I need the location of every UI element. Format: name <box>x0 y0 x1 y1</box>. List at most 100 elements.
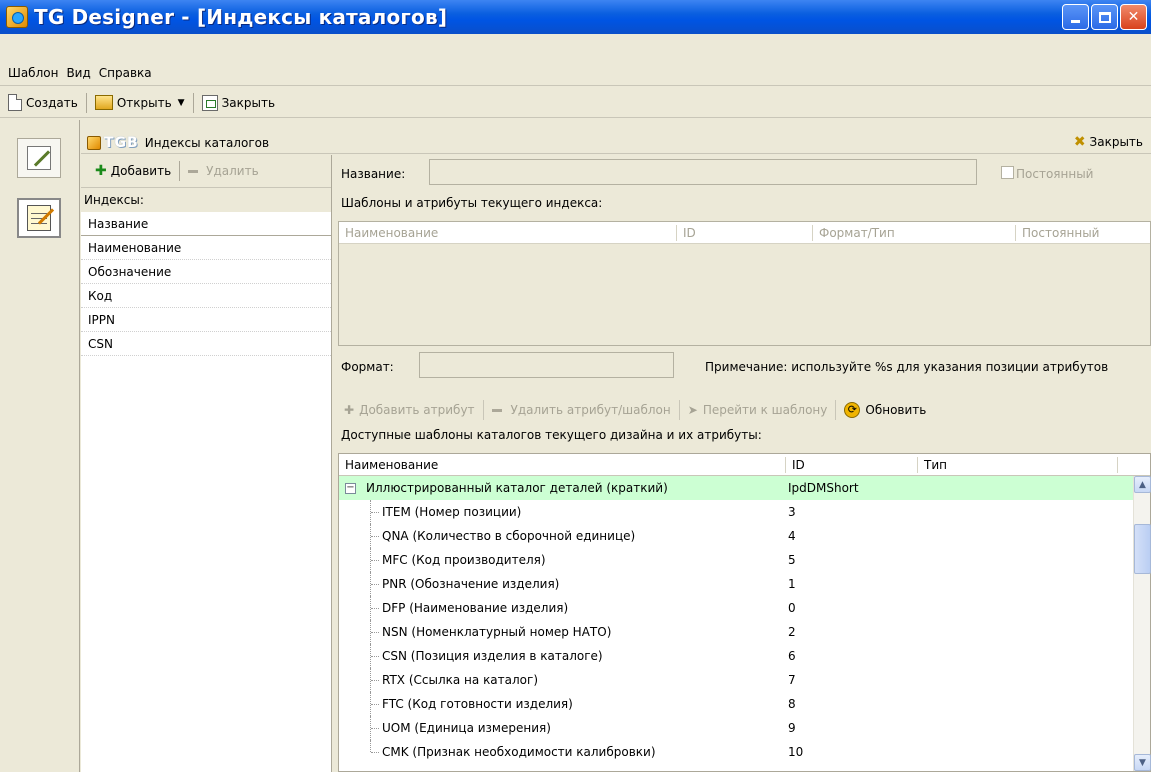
list-item[interactable]: Код <box>81 284 331 308</box>
attr-name-cell: NSN (Номенклатурный номер НАТО) <box>339 625 786 639</box>
scroll-thumb[interactable] <box>1134 524 1151 574</box>
toolbar-separator <box>678 400 680 420</box>
add-index-label: Добавить <box>110 164 172 178</box>
side-tool-edit[interactable] <box>17 138 61 178</box>
close-doc-button[interactable]: Закрыть <box>196 91 281 115</box>
column-type[interactable]: Тип <box>918 456 1118 473</box>
tree-row[interactable]: RTX (Ссылка на каталог) 7 <box>339 668 1150 692</box>
attr-name-cell: FTC (Код готовности изделия) <box>339 697 786 711</box>
tree-row[interactable]: ITEM (Номер позиции) 3 <box>339 500 1150 524</box>
index-panel: ✚ Добавить Удалить Индексы: Название Наи… <box>81 155 332 772</box>
tree-row[interactable]: UOM (Единица измерения) 9 <box>339 716 1150 740</box>
tree-root-name: Иллюстрированный каталог деталей (кратки… <box>366 481 668 495</box>
minimize-button[interactable] <box>1062 4 1089 30</box>
open-button[interactable]: Открыть ▼ <box>89 91 191 115</box>
menu-view[interactable]: Вид <box>62 66 94 80</box>
attr-id: 9 <box>788 721 796 735</box>
attr-id: 8 <box>788 697 796 711</box>
column-permanent[interactable]: Постоянный <box>1016 225 1136 241</box>
grid-header: Наименование ID Формат/Тип Постоянный <box>339 222 1150 244</box>
tree-row[interactable]: CMK (Признак необходимости калибровки) 1… <box>339 740 1150 764</box>
tree-row[interactable]: MFC (Код производителя) 5 <box>339 548 1150 572</box>
list-item[interactable]: IPPN <box>81 308 331 332</box>
add-index-button[interactable]: ✚ Добавить <box>89 159 177 183</box>
attr-name-cell: PNR (Обозначение изделия) <box>339 577 786 591</box>
tree-row[interactable]: FTC (Код готовности изделия) 8 <box>339 692 1150 716</box>
pencil-icon <box>27 146 51 170</box>
attr-name: CSN (Позиция изделия в каталоге) <box>382 649 603 663</box>
tree-connector <box>371 680 379 681</box>
templates-label: Шаблоны и атрибуты текущего индекса: <box>341 196 603 210</box>
column-name[interactable]: Наименование <box>339 224 677 241</box>
toolbar-separator <box>835 400 837 420</box>
remove-attribute-label: Удалить атрибут/шаблон <box>510 403 671 417</box>
attr-name-cell: RTX (Ссылка на каталог) <box>339 673 786 687</box>
attribute-toolbar: ✚ Добавить атрибут Удалить атрибут/шабло… <box>338 395 1151 425</box>
menu-bar: Шаблон Вид Справка <box>0 60 1151 86</box>
remove-index-button[interactable]: Удалить <box>182 159 265 183</box>
tree-root-row[interactable]: − Иллюстрированный каталог деталей (крат… <box>339 476 1150 500</box>
tree-connector <box>370 740 371 752</box>
side-tool-indexes[interactable] <box>17 198 61 238</box>
tree-row[interactable]: QNA (Количество в сборочной единице) 4 <box>339 524 1150 548</box>
add-icon: ✚ <box>95 163 107 179</box>
scroll-down-icon[interactable]: ▼ <box>1134 754 1151 771</box>
format-label: Формат: <box>341 360 394 374</box>
tree-row[interactable]: DFP (Наименование изделия) 0 <box>339 596 1150 620</box>
list-item[interactable]: Наименование <box>81 236 331 260</box>
remove-index-label: Удалить <box>206 164 259 178</box>
index-toolbar: ✚ Добавить Удалить <box>81 155 331 188</box>
column-format[interactable]: Формат/Тип <box>813 224 1016 241</box>
close-window-button[interactable]: ✕ <box>1120 4 1147 30</box>
attr-name: UOM (Единица измерения) <box>382 721 551 735</box>
remove-attribute-button[interactable]: Удалить атрибут/шаблон <box>486 403 677 417</box>
add-attribute-button[interactable]: ✚ Добавить атрибут <box>338 403 481 417</box>
scroll-up-icon[interactable]: ▲ <box>1134 476 1151 493</box>
column-name[interactable]: Наименование <box>339 456 786 473</box>
attr-name-cell: MFC (Код производителя) <box>339 553 786 567</box>
attr-name: FTC (Код готовности изделия) <box>382 697 573 711</box>
menu-help[interactable]: Справка <box>95 66 156 80</box>
document-close-button[interactable]: ✖ Закрыть <box>1074 134 1143 150</box>
close-icon: ✕ <box>1127 9 1140 25</box>
main-toolbar: Создать Открыть ▼ Закрыть <box>0 88 1151 118</box>
permanent-checkbox[interactable] <box>1001 166 1014 179</box>
tree-root-id: IpdDMShort <box>788 481 859 495</box>
permanent-label: Постоянный <box>1016 167 1094 181</box>
tree-connector <box>371 704 379 705</box>
vertical-scrollbar[interactable]: ▲ ▼ <box>1133 476 1151 771</box>
create-button[interactable]: Создать <box>2 91 84 115</box>
available-templates-tree[interactable]: Наименование ID Тип − Иллюстрированный к… <box>338 453 1151 772</box>
tree-row[interactable]: CSN (Позиция изделия в каталоге) 6 <box>339 644 1150 668</box>
collapse-icon[interactable]: − <box>345 482 356 494</box>
column-id[interactable]: ID <box>677 224 813 241</box>
format-note: Примечание: используйте %s для указания … <box>705 360 1109 374</box>
attr-id: 3 <box>788 505 796 519</box>
dropdown-arrow-icon[interactable]: ▼ <box>178 98 185 108</box>
toolbar-separator <box>179 161 181 181</box>
attr-name: RTX (Ссылка на каталог) <box>382 673 539 687</box>
list-item[interactable]: CSN <box>81 332 331 356</box>
attr-id: 0 <box>788 601 796 615</box>
attr-id: 10 <box>788 745 804 759</box>
refresh-button[interactable]: ⟳ Обновить <box>838 402 932 418</box>
list-item[interactable]: Обозначение <box>81 260 331 284</box>
goto-template-button[interactable]: ➤ Перейти к шаблону <box>682 403 834 417</box>
attr-id: 1 <box>788 577 796 591</box>
column-id[interactable]: ID <box>786 456 918 473</box>
add-attribute-label: Добавить атрибут <box>359 403 475 417</box>
indexes-label: Индексы: <box>81 188 331 212</box>
format-field[interactable] <box>419 352 674 378</box>
maximize-button[interactable] <box>1091 4 1118 30</box>
close-icon: ✖ <box>1073 134 1086 150</box>
tree-row[interactable]: PNR (Обозначение изделия) 1 <box>339 572 1150 596</box>
index-attributes-grid[interactable]: Наименование ID Формат/Тип Постоянный <box>338 221 1151 346</box>
tree-connector <box>371 608 379 609</box>
index-list-header[interactable]: Название <box>81 212 331 236</box>
notepad-icon <box>27 205 51 231</box>
tree-row[interactable]: NSN (Номенклатурный номер НАТО) 2 <box>339 620 1150 644</box>
menu-template[interactable]: Шаблон <box>4 66 62 80</box>
attr-id: 4 <box>788 529 796 543</box>
name-field[interactable] <box>429 159 977 185</box>
refresh-icon: ⟳ <box>844 402 861 418</box>
